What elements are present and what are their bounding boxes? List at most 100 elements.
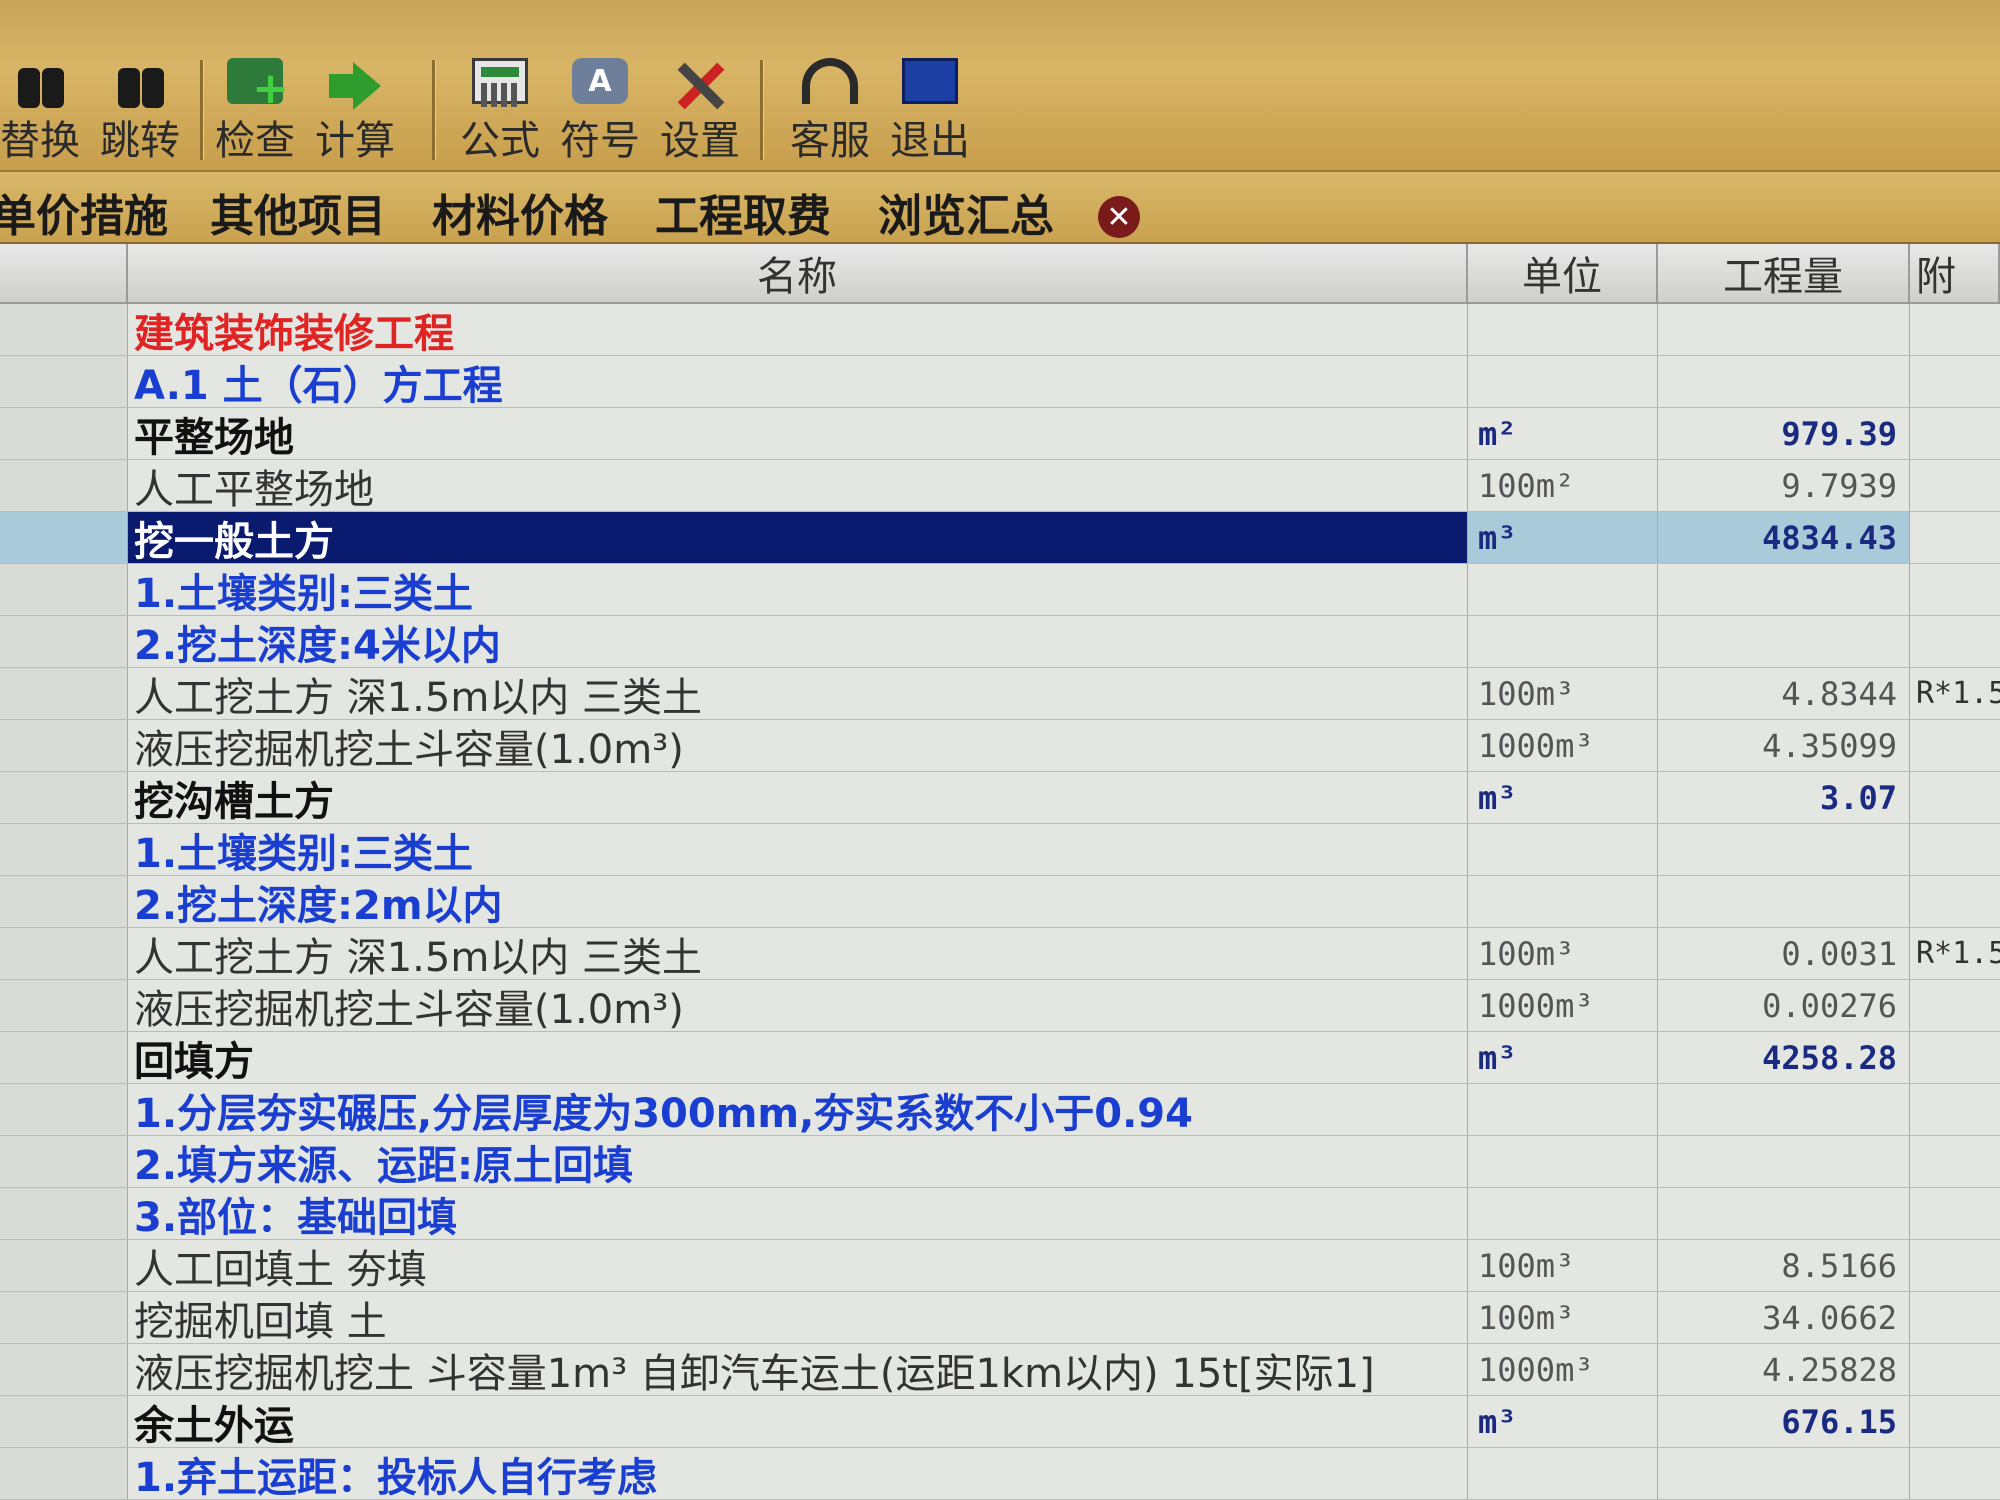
name-cell[interactable]: 挖一般土方 — [128, 512, 1468, 563]
extra-cell[interactable] — [1910, 1032, 2000, 1083]
row-number-cell[interactable] — [0, 1448, 128, 1499]
name-cell[interactable]: 液压挖掘机挖土 斗容量1m³ 自卸汽车运土(运距1km以内) 15t[实际1] — [128, 1344, 1468, 1395]
quantity-column-header[interactable]: 工程量 — [1658, 244, 1910, 302]
row-number-cell[interactable] — [0, 1344, 128, 1395]
row-number-cell[interactable] — [0, 1396, 128, 1447]
table-row[interactable]: 1.分层夯实碾压,分层厚度为300mm,夯实系数不小于0.94 — [0, 1084, 2000, 1136]
unit-column-header[interactable]: 单位 — [1468, 244, 1658, 302]
table-row[interactable]: 建筑装饰装修工程 — [0, 304, 2000, 356]
quantity-cell[interactable] — [1658, 1188, 1910, 1239]
extra-cell[interactable] — [1910, 1188, 2000, 1239]
quantity-cell[interactable] — [1658, 876, 1910, 927]
tab-2[interactable]: 材料价格 — [432, 180, 608, 244]
name-cell[interactable]: 2.挖土深度:2m以内 — [128, 876, 1468, 927]
row-number-cell[interactable] — [0, 1136, 128, 1187]
name-cell[interactable]: 挖沟槽土方 — [128, 772, 1468, 823]
table-row[interactable]: 平整场地 m² 979.39 — [0, 408, 2000, 460]
quantity-cell[interactable] — [1658, 1084, 1910, 1135]
row-number-cell[interactable] — [0, 824, 128, 875]
tab-3[interactable]: 工程取费 — [655, 180, 831, 244]
table-row[interactable]: 1.土壤类别:三类土 — [0, 564, 2000, 616]
row-number-cell[interactable] — [0, 1084, 128, 1135]
name-cell[interactable]: 1.土壤类别:三类土 — [128, 564, 1468, 615]
unit-cell[interactable]: m³ — [1468, 1396, 1658, 1447]
unit-cell[interactable]: m² — [1468, 408, 1658, 459]
name-column-header[interactable]: 名称 — [128, 244, 1468, 302]
unit-cell[interactable] — [1468, 616, 1658, 667]
extra-cell[interactable] — [1910, 356, 2000, 407]
table-row[interactable]: 人工挖土方 深1.5m以内 三类土 100m³ 4.8344 R*1.5 — [0, 668, 2000, 720]
unit-cell[interactable] — [1468, 1448, 1658, 1499]
quantity-cell[interactable]: 8.5166 — [1658, 1240, 1910, 1291]
name-cell[interactable]: 人工回填土 夯填 — [128, 1240, 1468, 1291]
row-number-cell[interactable] — [0, 1292, 128, 1343]
quantity-cell[interactable]: 0.0031 — [1658, 928, 1910, 979]
name-cell[interactable]: A.1 土（石）方工程 — [128, 356, 1468, 407]
row-number-cell[interactable] — [0, 356, 128, 407]
unit-cell[interactable]: 100m³ — [1468, 1240, 1658, 1291]
unit-cell[interactable]: 1000m³ — [1468, 1344, 1658, 1395]
extra-cell[interactable] — [1910, 824, 2000, 875]
unit-cell[interactable] — [1468, 824, 1658, 875]
close-tab-icon[interactable]: ✕ — [1098, 196, 1140, 238]
extra-cell[interactable] — [1910, 616, 2000, 667]
unit-cell[interactable] — [1468, 1188, 1658, 1239]
unit-cell[interactable]: m³ — [1468, 512, 1658, 563]
unit-cell[interactable]: m³ — [1468, 1032, 1658, 1083]
row-number-cell[interactable] — [0, 1188, 128, 1239]
toolbar-button-4[interactable]: 公式 — [450, 58, 550, 166]
row-number-cell[interactable] — [0, 304, 128, 355]
row-number-cell[interactable] — [0, 720, 128, 771]
table-row[interactable]: 余土外运 m³ 676.15 — [0, 1396, 2000, 1448]
table-row[interactable]: 挖一般土方 m³ 4834.43 — [0, 512, 2000, 564]
name-cell[interactable]: 平整场地 — [128, 408, 1468, 459]
quantity-cell[interactable]: 34.0662 — [1658, 1292, 1910, 1343]
extra-cell[interactable] — [1910, 980, 2000, 1031]
toolbar-button-8[interactable]: 退出 — [880, 58, 980, 166]
table-row[interactable]: 1.弃土运距：投标人自行考虑 — [0, 1448, 2000, 1500]
extra-cell[interactable] — [1910, 772, 2000, 823]
unit-cell[interactable]: m³ — [1468, 772, 1658, 823]
quantity-cell[interactable]: 676.15 — [1658, 1396, 1910, 1447]
extra-cell[interactable] — [1910, 1240, 2000, 1291]
toolbar-button-3[interactable]: 计算 — [305, 58, 405, 166]
name-cell[interactable]: 液压挖掘机挖土斗容量(1.0m³) — [128, 720, 1468, 771]
table-row[interactable]: 挖掘机回填 土 100m³ 34.0662 — [0, 1292, 2000, 1344]
table-row[interactable]: 3.部位：基础回填 — [0, 1188, 2000, 1240]
unit-cell[interactable]: 100m³ — [1468, 668, 1658, 719]
unit-cell[interactable]: 1000m³ — [1468, 980, 1658, 1031]
quantity-cell[interactable]: 4.35099 — [1658, 720, 1910, 771]
table-row[interactable]: 回填方 m³ 4258.28 — [0, 1032, 2000, 1084]
extra-cell[interactable] — [1910, 876, 2000, 927]
name-cell[interactable]: 1.弃土运距：投标人自行考虑 — [128, 1448, 1468, 1499]
quantity-cell[interactable] — [1658, 1136, 1910, 1187]
quantity-cell[interactable] — [1658, 356, 1910, 407]
unit-cell[interactable] — [1468, 564, 1658, 615]
tab-4[interactable]: 浏览汇总 — [878, 180, 1054, 244]
unit-cell[interactable]: 1000m³ — [1468, 720, 1658, 771]
table-row[interactable]: 液压挖掘机挖土 斗容量1m³ 自卸汽车运土(运距1km以内) 15t[实际1] 1… — [0, 1344, 2000, 1396]
tab-1[interactable]: 其他项目 — [210, 180, 386, 244]
extra-cell[interactable] — [1910, 1344, 2000, 1395]
row-number-cell[interactable] — [0, 564, 128, 615]
table-row[interactable]: 2.挖土深度:2m以内 — [0, 876, 2000, 928]
toolbar-button-5[interactable]: A 符号 — [550, 58, 650, 166]
row-number-cell[interactable] — [0, 460, 128, 511]
name-cell[interactable]: 建筑装饰装修工程 — [128, 304, 1468, 355]
quantity-cell[interactable]: 4.25828 — [1658, 1344, 1910, 1395]
row-number-cell[interactable] — [0, 408, 128, 459]
name-cell[interactable]: 人工挖土方 深1.5m以内 三类土 — [128, 668, 1468, 719]
extra-column-header[interactable]: 附 — [1910, 244, 2000, 302]
quantity-cell[interactable]: 979.39 — [1658, 408, 1910, 459]
extra-cell[interactable] — [1910, 564, 2000, 615]
table-row[interactable]: 2.填方来源、运距:原土回填 — [0, 1136, 2000, 1188]
name-cell[interactable]: 2.挖土深度:4米以内 — [128, 616, 1468, 667]
name-cell[interactable]: 回填方 — [128, 1032, 1468, 1083]
table-row[interactable]: 人工挖土方 深1.5m以内 三类土 100m³ 0.0031 R*1.5 — [0, 928, 2000, 980]
unit-cell[interactable] — [1468, 876, 1658, 927]
row-number-cell[interactable] — [0, 980, 128, 1031]
row-number-cell[interactable] — [0, 876, 128, 927]
row-number-cell[interactable] — [0, 928, 128, 979]
quantity-cell[interactable] — [1658, 304, 1910, 355]
extra-cell[interactable] — [1910, 720, 2000, 771]
